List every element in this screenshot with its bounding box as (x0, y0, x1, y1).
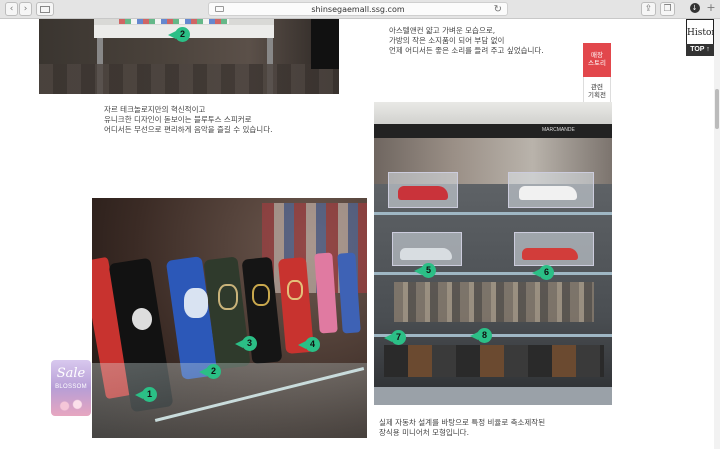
share-button[interactable]: ⇪ (641, 2, 656, 16)
plus-icon: + (706, 1, 716, 14)
url-text: shinsegaemall.ssg.com (311, 5, 405, 14)
photo-shelf-display: MARCMANDE 5 6 7 8 (374, 102, 612, 405)
caption-middle-left: 자르 테크놀로지만의 혁신적이고 유니크한 디자인이 돋보이는 블루투스 스피커… (104, 105, 273, 135)
caption-line: 장식용 미니어처 모형입니다. (379, 428, 469, 437)
share-icon: ⇪ (644, 4, 653, 14)
sale-blossom-banner[interactable]: Sale BLOSSOM (51, 360, 91, 416)
photo-phone-cases: 1 2 3 4 (92, 198, 367, 438)
side-menu-label: 기획전 (588, 91, 606, 99)
product-marker[interactable]: 8 (470, 328, 492, 343)
store-sign: MARCMANDE (542, 127, 575, 133)
scrollbar[interactable] (714, 19, 720, 449)
caption-bottom-right: 실제 자동차 설계를 바탕으로 특정 비율로 축소제작된 장식용 미니어처 모형… (379, 418, 545, 438)
lock-icon (215, 6, 224, 12)
side-menu-store-story[interactable]: 매장 스토리 (583, 43, 611, 77)
download-icon: ↓ (689, 3, 700, 13)
caption-line: 유니크한 디자인이 돋보이는 블루투스 스피커로 (104, 115, 252, 124)
forward-button[interactable]: › (19, 2, 32, 16)
history-label: History (687, 28, 720, 38)
browser-toolbar: ‹ › shinsegaemall.ssg.com ↻ ⇪ ❐ ↓ + (0, 0, 720, 19)
product-marker[interactable]: 1 (135, 387, 157, 402)
product-marker[interactable]: 6 (532, 265, 554, 280)
tabs-icon: ❐ (663, 4, 672, 14)
page-content: 2 아스텔앤컨 얇고 가벼운 모습으로, 가방의 작은 소지품이 되어 부담 없… (0, 19, 720, 449)
chevron-left-icon: ‹ (9, 4, 14, 14)
blossom-icon (55, 398, 87, 414)
product-marker[interactable]: 4 (298, 337, 320, 352)
new-tab-button[interactable]: + (705, 2, 717, 16)
address-bar[interactable]: shinsegaemall.ssg.com ↻ (208, 2, 508, 16)
scroll-top-button[interactable]: TOP ↑ (686, 44, 714, 56)
tabs-button[interactable]: ❐ (660, 2, 675, 16)
product-marker[interactable]: 2 (199, 364, 221, 379)
sidebar-icon (40, 6, 50, 13)
caption-line: 실제 자동차 설계를 바탕으로 특정 비율로 축소제작된 (379, 418, 546, 427)
side-menu-label: 관련 (591, 83, 603, 91)
arrow-up-icon: ↑ (706, 46, 710, 53)
history-button[interactable]: History (686, 19, 720, 45)
sale-subtitle: BLOSSOM (55, 384, 87, 390)
caption-line: 언제 어디서든 좋은 소리를 들려 주고 싶었습니다. (389, 46, 544, 55)
photo-store-counter: 2 (39, 19, 339, 94)
product-marker[interactable]: 2 (168, 27, 190, 42)
side-menu-label: 매장 (591, 51, 603, 59)
caption-line: 어디서든 무선으로 편리하게 음악을 즐길 수 있습니다. (104, 125, 273, 134)
product-marker[interactable]: 7 (384, 330, 406, 345)
product-marker[interactable]: 5 (414, 263, 436, 278)
download-button[interactable]: ↓ (687, 2, 702, 16)
sidebar-button[interactable] (36, 2, 54, 16)
back-button[interactable]: ‹ (5, 2, 18, 16)
chevron-right-icon: › (23, 4, 28, 14)
caption-line: 자르 테크놀로지만의 혁신적이고 (104, 105, 206, 114)
caption-line: 아스텔앤컨 얇고 가벼운 모습으로, (389, 26, 496, 35)
top-label: TOP (690, 46, 705, 53)
sale-title: Sale (56, 366, 86, 381)
side-menu-label: 스토리 (588, 59, 606, 67)
caption-line: 가방의 작은 소지품이 되어 부담 없이 (389, 36, 505, 45)
scrollbar-thumb[interactable] (715, 89, 719, 129)
product-marker[interactable]: 3 (235, 336, 257, 351)
caption-top-right: 아스텔앤컨 얇고 가벼운 모습으로, 가방의 작은 소지품이 되어 부담 없이 … (389, 26, 544, 56)
reload-icon[interactable]: ↻ (494, 3, 502, 16)
